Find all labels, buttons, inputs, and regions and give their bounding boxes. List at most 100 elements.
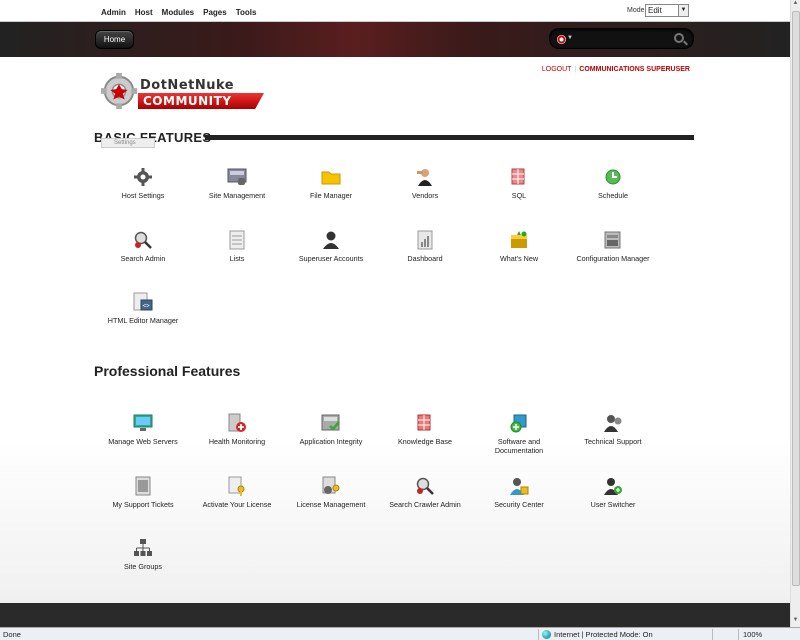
menu-modules[interactable]: Modules [162, 8, 194, 17]
pro-item-label: Software and Documentation [494, 437, 544, 455]
user-switcher-icon [603, 476, 623, 496]
pro-item-label: Technical Support [584, 437, 642, 446]
basic-item-label: Dashboard [407, 253, 443, 263]
config-icon [603, 230, 623, 250]
user-links: LOGOUT | COMMUNICATIONS SUPERUSER [542, 66, 690, 73]
pro-item-knowledge-base[interactable]: Knowledge Base [378, 413, 472, 476]
pro-item-manage-web-servers[interactable]: Manage Web Servers [96, 413, 190, 476]
site-logo[interactable]: DotNetNuke COMMUNITY [100, 71, 265, 116]
software-icon [509, 413, 529, 433]
basic-item-dashboard[interactable]: Dashboard [378, 230, 472, 293]
basic-item-vendors[interactable]: Vendors [378, 167, 472, 230]
pro-item-site-groups[interactable]: Site Groups [96, 538, 190, 601]
html-editor-icon: <> [133, 292, 153, 312]
integrity-icon [321, 413, 341, 433]
status-text: Done [3, 630, 21, 639]
site-icon [227, 167, 247, 187]
pro-item-software-and-documentation[interactable]: Software and Documentation [472, 413, 566, 476]
basic-item-superuser-accounts[interactable]: Superuser Accounts [284, 230, 378, 293]
basic-item-schedule[interactable]: Schedule [566, 167, 660, 230]
site-header: Home ▼ [0, 22, 790, 57]
basic-item-sql[interactable]: SQL [472, 167, 566, 230]
basic-item-configuration-manager[interactable]: Configuration Manager [566, 230, 660, 293]
pro-item-label: User Switcher [590, 499, 636, 509]
user-icon [321, 230, 341, 250]
scroll-up-icon[interactable]: ▲ [791, 0, 800, 10]
user-profile-link[interactable]: COMMUNICATIONS SUPERUSER [579, 66, 690, 73]
menu-admin[interactable]: Admin [101, 8, 126, 17]
pro-item-health-monitoring[interactable]: Health Monitoring [190, 413, 284, 476]
home-nav-button[interactable]: Home [95, 30, 134, 49]
pro-item-label: Manage Web Servers [108, 437, 178, 446]
basic-item-label: Lists [229, 253, 245, 263]
scroll-thumb[interactable] [792, 11, 800, 586]
pro-item-label: Site Groups [124, 562, 162, 571]
search-option-icon[interactable] [557, 35, 566, 44]
basic-item-label: HTML Editor Manager [107, 316, 179, 325]
menu-tools[interactable]: Tools [236, 8, 257, 17]
support-icon [603, 413, 623, 433]
pro-item-my-support-tickets[interactable]: My Support Tickets [96, 476, 190, 539]
globe-icon [542, 630, 551, 639]
chevron-down-icon[interactable]: ▼ [678, 5, 688, 16]
search-box[interactable]: ▼ [549, 28, 694, 49]
svg-text:<>: <> [143, 303, 151, 310]
pro-item-security-center[interactable]: Security Center [472, 476, 566, 539]
tickets-icon [133, 476, 153, 496]
dashboard-icon [415, 230, 435, 250]
vendor-icon [415, 167, 435, 187]
pro-item-search-crawler-admin[interactable]: Search Crawler Admin [378, 476, 472, 539]
pro-item-label: Activate Your License [202, 499, 272, 509]
crawler-icon [415, 476, 435, 496]
pro-item-label: Search Crawler Admin [389, 499, 461, 509]
basic-item-host-settings[interactable]: Host Settings [96, 167, 190, 230]
sql-icon [509, 167, 529, 187]
basic-item-whats-new[interactable]: What's New [472, 230, 566, 293]
basic-item-search-admin[interactable]: Search Admin [96, 230, 190, 293]
scroll-down-icon[interactable]: ▼ [791, 617, 800, 627]
menu-pages[interactable]: Pages [203, 8, 227, 17]
status-divider [738, 629, 739, 640]
pro-item-activate-your-license[interactable]: Activate Your License [190, 476, 284, 539]
basic-item-label: Vendors [411, 191, 439, 200]
status-divider [538, 629, 539, 640]
mode-select[interactable]: Edit ▼ [645, 4, 689, 17]
pro-item-application-integrity[interactable]: Application Integrity [284, 413, 378, 476]
basic-item-label: Search Admin [120, 253, 166, 263]
logo-text-bottom: COMMUNITY [138, 93, 264, 109]
pro-item-label: My Support Tickets [112, 499, 174, 509]
server-icon [133, 413, 153, 433]
pro-item-user-switcher[interactable]: User Switcher [566, 476, 660, 539]
security-icon [509, 476, 529, 496]
gear-icon [133, 167, 153, 187]
zoom-level[interactable]: 100% [743, 630, 762, 639]
basic-item-label: Site Management [208, 191, 266, 200]
health-icon [227, 413, 247, 433]
pro-item-license-management[interactable]: License Management [284, 476, 378, 539]
basic-item-html-editor-manager[interactable]: <> HTML Editor Manager [96, 292, 190, 355]
basic-item-label: File Manager [310, 191, 352, 200]
basic-item-label: Host Settings [121, 191, 165, 200]
pro-item-label: Security Center [494, 499, 544, 509]
dnn-gear-logo-icon [100, 72, 138, 110]
tooltip: Settings [101, 138, 155, 148]
logout-link[interactable]: LOGOUT [542, 66, 572, 73]
basic-item-label: Configuration Manager [576, 253, 650, 263]
mode-value: Edit [648, 6, 662, 15]
professional-features-grid: Manage Web Servers Health Monitoring App… [96, 413, 660, 601]
search-option-dropdown-icon[interactable]: ▼ [567, 35, 573, 41]
basic-item-label: Superuser Accounts [298, 253, 364, 263]
basic-item-file-manager[interactable]: File Manager [284, 167, 378, 230]
browser-status-bar: Done Internet | Protected Mode: On 100% [0, 627, 800, 640]
whats-new-icon [509, 230, 529, 250]
search-admin-icon [133, 230, 153, 250]
security-zone[interactable]: Internet | Protected Mode: On [542, 630, 653, 639]
pro-item-technical-support[interactable]: Technical Support [566, 413, 660, 476]
pro-item-label: Knowledge Base [398, 437, 452, 446]
logo-text-top: DotNetNuke [140, 78, 235, 93]
search-icon[interactable] [674, 33, 684, 43]
vertical-scrollbar[interactable]: ▲ ▼ [790, 0, 800, 627]
basic-item-site-management[interactable]: Site Management [190, 167, 284, 230]
basic-item-lists[interactable]: Lists [190, 230, 284, 293]
menu-host[interactable]: Host [135, 8, 153, 17]
